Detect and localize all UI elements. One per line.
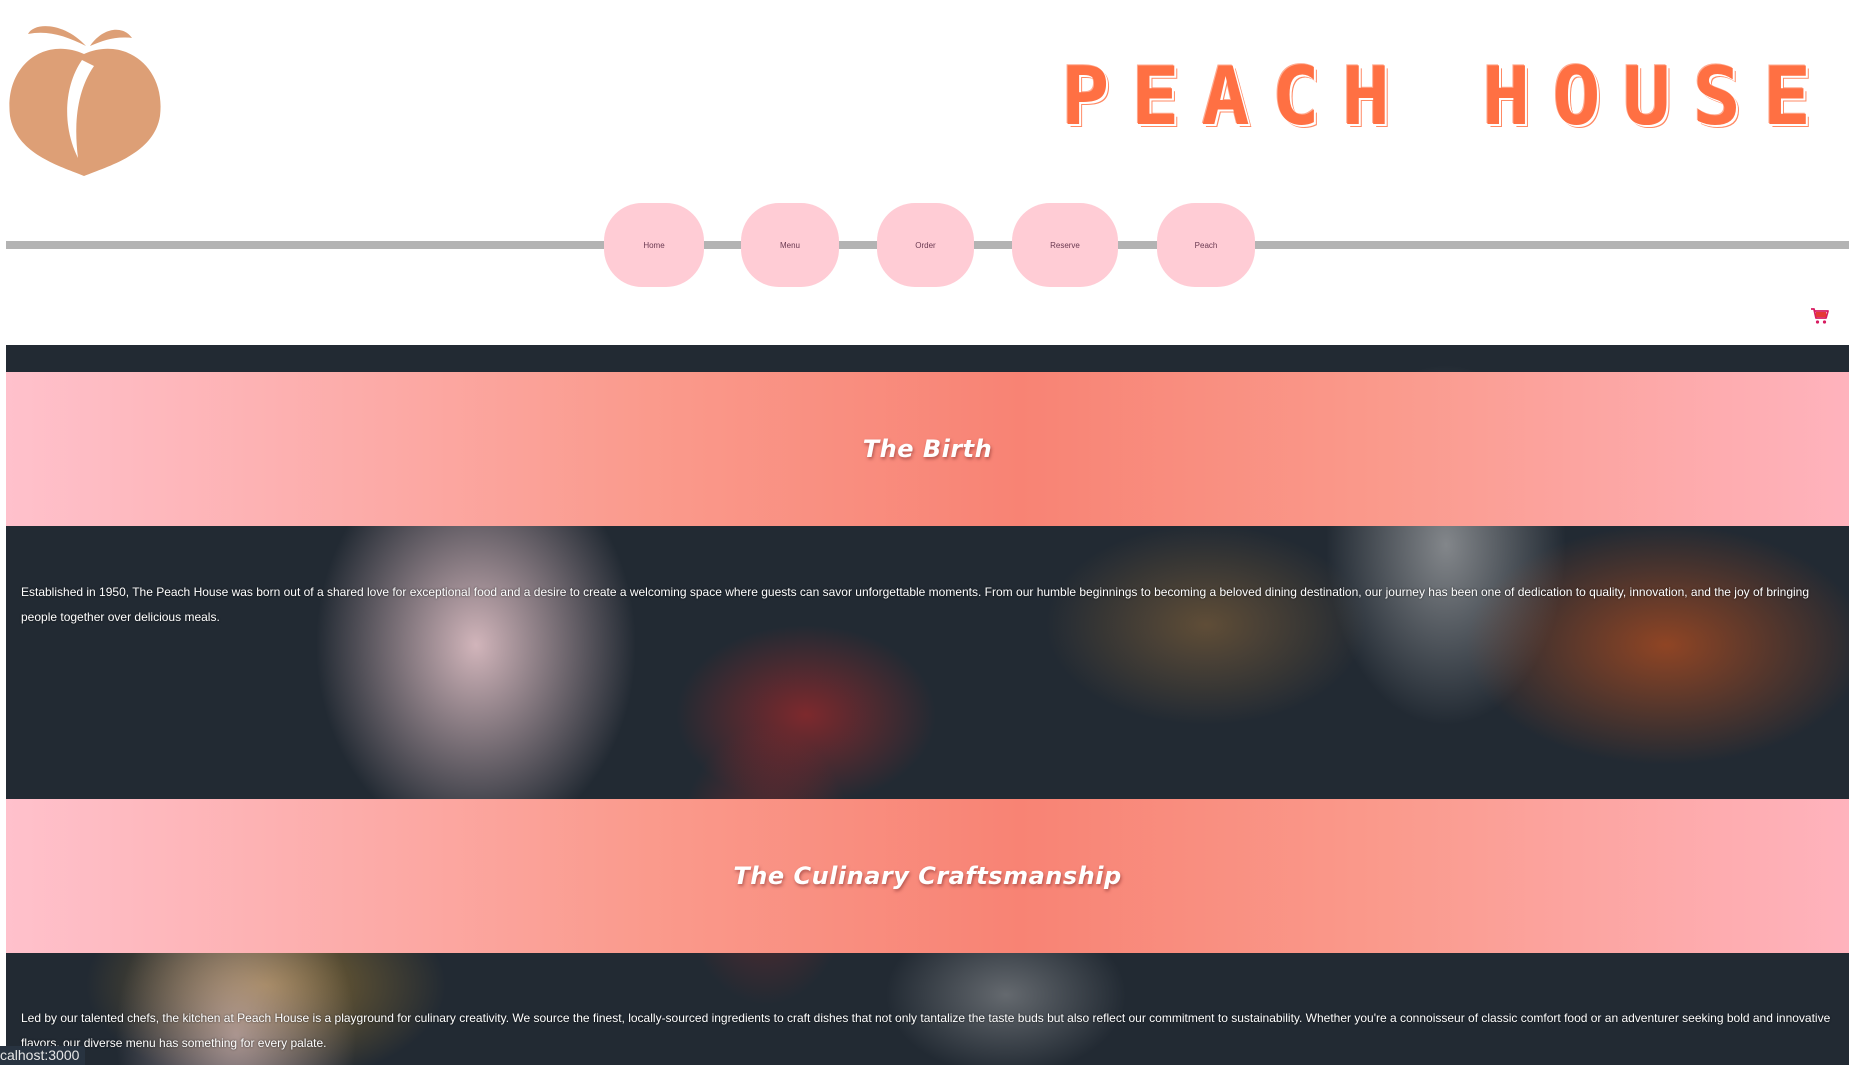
section-text: Established in 1950, The Peach House was… <box>21 585 1810 624</box>
section-title: The Birth <box>862 435 993 463</box>
section-header-craftsmanship: The Culinary Craftsmanship <box>6 799 1849 953</box>
about-content: The Birth Established in 1950, The Peach… <box>6 345 1849 1065</box>
nav-home-button[interactable]: Home <box>604 203 704 287</box>
nav-order-button[interactable]: Order <box>877 203 974 287</box>
page: PEACH HOUSE Home Menu Order Reserve Peac… <box>0 0 1855 1065</box>
brand-title: PEACH HOUSE <box>1061 50 1833 143</box>
nav-reserve-button[interactable]: Reserve <box>1012 203 1118 287</box>
nav-peach-button[interactable]: Peach <box>1157 203 1255 287</box>
shopping-cart-icon[interactable] <box>1810 306 1830 326</box>
section-header-birth: The Birth <box>6 372 1849 526</box>
nav-menu-button[interactable]: Menu <box>741 203 839 287</box>
peach-icon[interactable] <box>4 16 164 176</box>
section-title: The Culinary Craftsmanship <box>733 862 1122 890</box>
section-text: Led by our talented chefs, the kitchen a… <box>21 1011 1831 1050</box>
status-bar-url: calhost:3000 <box>0 1046 86 1065</box>
